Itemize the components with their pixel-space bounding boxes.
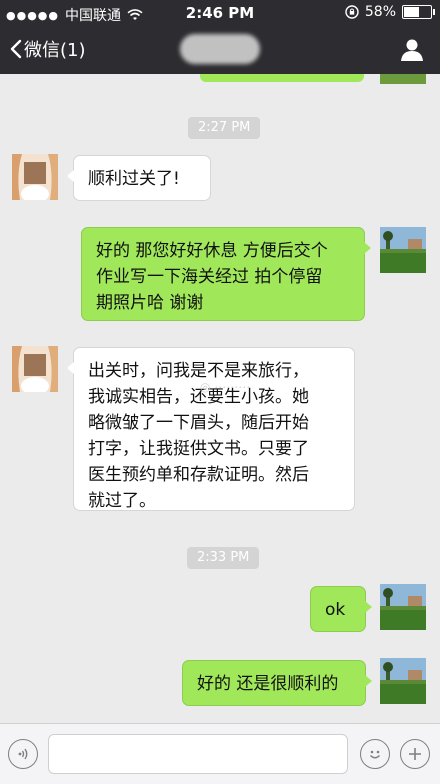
message-incoming[interactable]: 顺利过关了! — [67, 155, 211, 201]
back-label: 微信(1) — [24, 40, 86, 61]
person-icon[interactable] — [400, 38, 424, 62]
more-button[interactable] — [400, 739, 430, 769]
message-line: 就过了。 — [88, 491, 156, 511]
emoji-icon — [369, 750, 381, 759]
battery-level — [404, 7, 419, 17]
message-line: 打字，让我挺供文书。只要了 — [88, 439, 309, 459]
nav-bar: 微信(1) — [0, 26, 440, 74]
avatar-contact[interactable] — [12, 346, 58, 392]
watermark: ◎ ⋯⋯⋯ — [200, 380, 251, 394]
message-line: 作业写一下海关经过 拍个停留 — [96, 267, 323, 287]
message-line: 好的 那您好好休息 方便后交个 — [96, 241, 328, 261]
voice-icon — [18, 748, 28, 760]
message-outgoing[interactable]: 好的 那您好好休息 方便后交个 作业写一下海关经过 拍个停留 期照片哈 谢谢 — [81, 227, 371, 321]
chat-area[interactable]: 2:27 PM 顺利过关了! 好的 那您好好休息 方便后交个 作业写一下海关经过… — [0, 74, 440, 723]
message-text: ok — [325, 600, 346, 620]
message-line: 期照片哈 谢谢 — [96, 293, 204, 313]
voice-button[interactable] — [8, 739, 38, 769]
battery-icon — [402, 5, 435, 19]
chat-title-blurred — [180, 34, 260, 64]
emoji-button[interactable] — [360, 739, 390, 769]
message-outgoing[interactable]: ok — [310, 586, 372, 632]
avatar-self[interactable] — [380, 658, 426, 704]
timestamp: 2:33 PM — [187, 547, 260, 569]
previous-message-fragment — [200, 74, 364, 82]
message-outgoing[interactable]: 好的 还是很顺利的 — [182, 660, 372, 706]
message-line: 略微皱了一下眉头，随后开始 — [88, 413, 309, 433]
message-incoming[interactable]: 出关时，问我是不是来旅行， 我诚实相告，还要生小孩。她 略微皱了一下眉头，随后开… — [67, 347, 355, 511]
message-text: 好的 还是很顺利的 — [197, 674, 339, 694]
plus-icon — [409, 748, 421, 760]
message-line: 医生预约单和存款证明。然后 — [88, 465, 309, 485]
avatar-self-partial — [380, 74, 426, 84]
battery-percent: 58% — [364, 4, 396, 20]
timestamp: 2:27 PM — [188, 117, 261, 139]
avatar-self[interactable] — [380, 584, 426, 630]
avatar-self[interactable] — [380, 227, 426, 273]
chevron-left-icon — [10, 39, 22, 59]
status-bar: ●●●●● 中国联通 2:46 PM 58% — [0, 0, 440, 26]
message-input[interactable] — [48, 734, 348, 774]
orientation-lock-icon — [345, 5, 359, 19]
input-bar — [0, 723, 440, 784]
status-right: 58% — [345, 4, 435, 20]
back-button[interactable]: 微信(1) — [10, 36, 86, 62]
message-text: 顺利过关了! — [88, 169, 180, 189]
avatar-contact[interactable] — [12, 154, 58, 200]
